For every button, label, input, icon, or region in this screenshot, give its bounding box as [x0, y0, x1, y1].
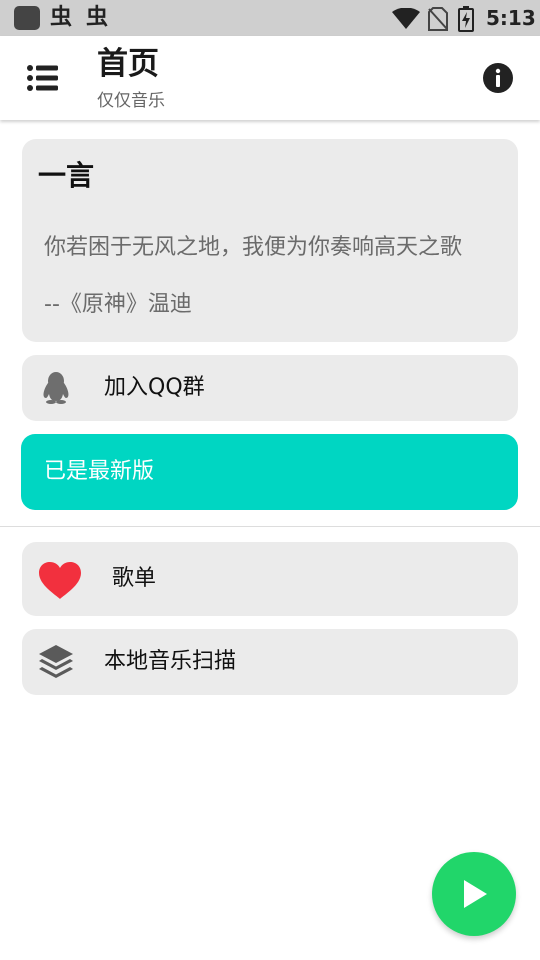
- qq-penguin-icon: [43, 372, 69, 404]
- qq-group-label: 加入QQ群: [104, 375, 205, 400]
- quote-text: 你若困于无风之地，我便为你奏响高天之歌: [44, 235, 463, 260]
- version-label: 已是最新版: [44, 459, 155, 484]
- play-button[interactable]: [432, 852, 516, 936]
- play-icon: [464, 880, 487, 908]
- wifi-icon: [392, 8, 420, 29]
- info-icon[interactable]: [482, 62, 514, 94]
- quote-heading: 一言: [38, 159, 95, 192]
- app-bar: 首页 仅仅音乐: [0, 36, 540, 120]
- bug-icon: 虫: [50, 5, 73, 30]
- page-title: 首页: [97, 46, 159, 82]
- local-scan-label: 本地音乐扫描: [104, 649, 237, 674]
- status-time: 5:13: [486, 6, 536, 30]
- no-sim-icon: [428, 7, 448, 31]
- local-music-scan-button[interactable]: 本地音乐扫描: [22, 629, 518, 695]
- heart-icon: [39, 562, 81, 599]
- battery-charging-icon: [458, 6, 474, 32]
- playlist-button[interactable]: 歌单: [22, 542, 518, 616]
- page-subtitle: 仅仅音乐: [97, 91, 165, 111]
- divider: [0, 526, 540, 527]
- status-bar: 虫 虫 5:13: [0, 0, 540, 36]
- layers-icon: [39, 645, 73, 678]
- version-status-button[interactable]: 已是最新版: [21, 434, 518, 510]
- playlist-label: 歌单: [112, 566, 157, 591]
- bug-icon: 虫: [86, 5, 109, 30]
- list-menu-icon[interactable]: [22, 58, 62, 98]
- quote-source: --《原神》温迪: [44, 292, 192, 317]
- quote-card: 一言 你若困于无风之地，我便为你奏响高天之歌 --《原神》温迪: [22, 139, 518, 342]
- app-square-icon: [14, 6, 40, 30]
- join-qq-group-button[interactable]: 加入QQ群: [22, 355, 518, 421]
